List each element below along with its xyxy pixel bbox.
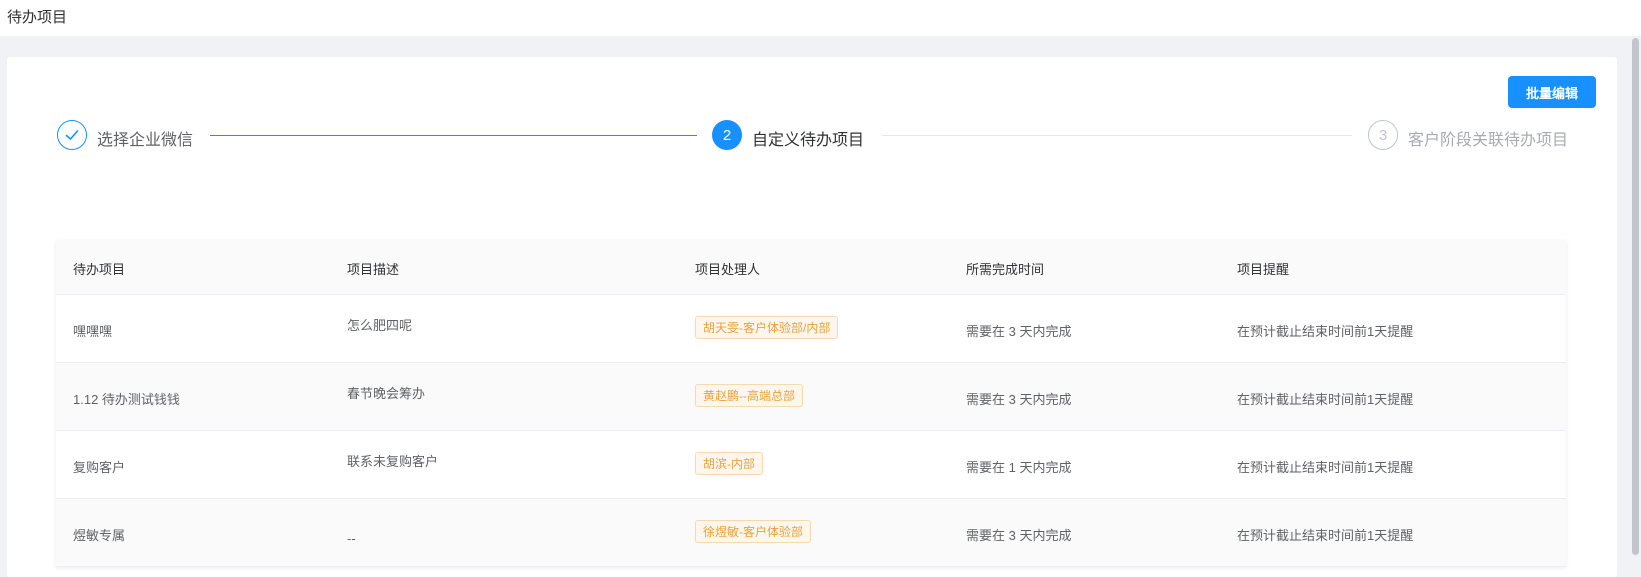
table-row[interactable]: 嘿嘿嘿 怎么肥四呢 胡天雯-客户体验部/内部 需要在 3 天内完成 在预计截止结… — [56, 295, 1566, 363]
step-2-label: 自定义待办项目 — [752, 132, 865, 149]
step-2-number: 2 — [712, 120, 742, 150]
step-3-number: 3 — [1368, 120, 1398, 150]
reminder-cell: 在预计截止结束时间前1天提醒 — [1237, 528, 1414, 543]
owner-tag: 胡天雯-客户体验部/内部 — [695, 316, 839, 339]
step-3-label: 客户阶段关联待办项目 — [1408, 132, 1569, 149]
item-cell: 复购客户 — [73, 460, 126, 475]
page-title: 待办项目 — [7, 9, 68, 26]
todo-table: 待办项目 项目描述 项目处理人 所需完成时间 项目提醒 嘿嘿嘿 怎么肥四呢 胡天… — [56, 240, 1566, 567]
step-connector-2 — [882, 135, 1352, 136]
reminder-cell: 在预计截止结束时间前1天提醒 — [1237, 460, 1414, 475]
column-header-reminder: 项目提醒 — [1237, 262, 1290, 277]
batch-edit-button[interactable]: 批量编辑 — [1508, 76, 1596, 108]
deadline-cell: 需要在 3 天内完成 — [966, 392, 1072, 407]
scrollbar-thumb[interactable] — [1632, 38, 1639, 555]
item-cell: 1.12 待办测试钱钱 — [73, 392, 180, 407]
reminder-cell: 在预计截止结束时间前1天提醒 — [1237, 324, 1414, 339]
table-row[interactable]: 1.12 待办测试钱钱 春节晚会筹办 黄赵鹏--高端总部 需要在 3 天内完成 … — [56, 363, 1566, 431]
column-header-deadline: 所需完成时间 — [966, 262, 1045, 277]
deadline-cell: 需要在 1 天内完成 — [966, 460, 1072, 475]
deadline-cell: 需要在 3 天内完成 — [966, 324, 1072, 339]
item-cell: 嘿嘿嘿 — [73, 324, 113, 339]
desc-cell: 联系未复购客户 — [347, 454, 439, 469]
desc-cell: -- — [347, 531, 356, 546]
desc-cell: 春节晚会筹办 — [347, 386, 426, 401]
owner-tag: 黄赵鹏--高端总部 — [695, 384, 803, 407]
item-cell: 煜敏专属 — [73, 528, 126, 543]
column-header-owner: 项目处理人 — [695, 262, 761, 277]
column-header-item: 待办项目 — [73, 262, 126, 277]
top-bar: 待办项目 — [0, 0, 1641, 36]
deadline-cell: 需要在 3 天内完成 — [966, 528, 1072, 543]
column-header-desc: 项目描述 — [347, 262, 400, 277]
owner-tag: 徐煜敏-客户体验部 — [695, 520, 811, 543]
reminder-cell: 在预计截止结束时间前1天提醒 — [1237, 392, 1414, 407]
desc-cell: 怎么肥四呢 — [347, 318, 413, 333]
owner-tag: 胡滨-内部 — [695, 452, 763, 475]
step-1-label: 选择企业微信 — [97, 132, 194, 149]
step-connector-1 — [210, 135, 697, 136]
check-icon — [57, 120, 87, 150]
table-row[interactable]: 复购客户 联系未复购客户 胡滨-内部 需要在 1 天内完成 在预计截止结束时间前… — [56, 431, 1566, 499]
table-header: 待办项目 项目描述 项目处理人 所需完成时间 项目提醒 — [56, 240, 1566, 295]
